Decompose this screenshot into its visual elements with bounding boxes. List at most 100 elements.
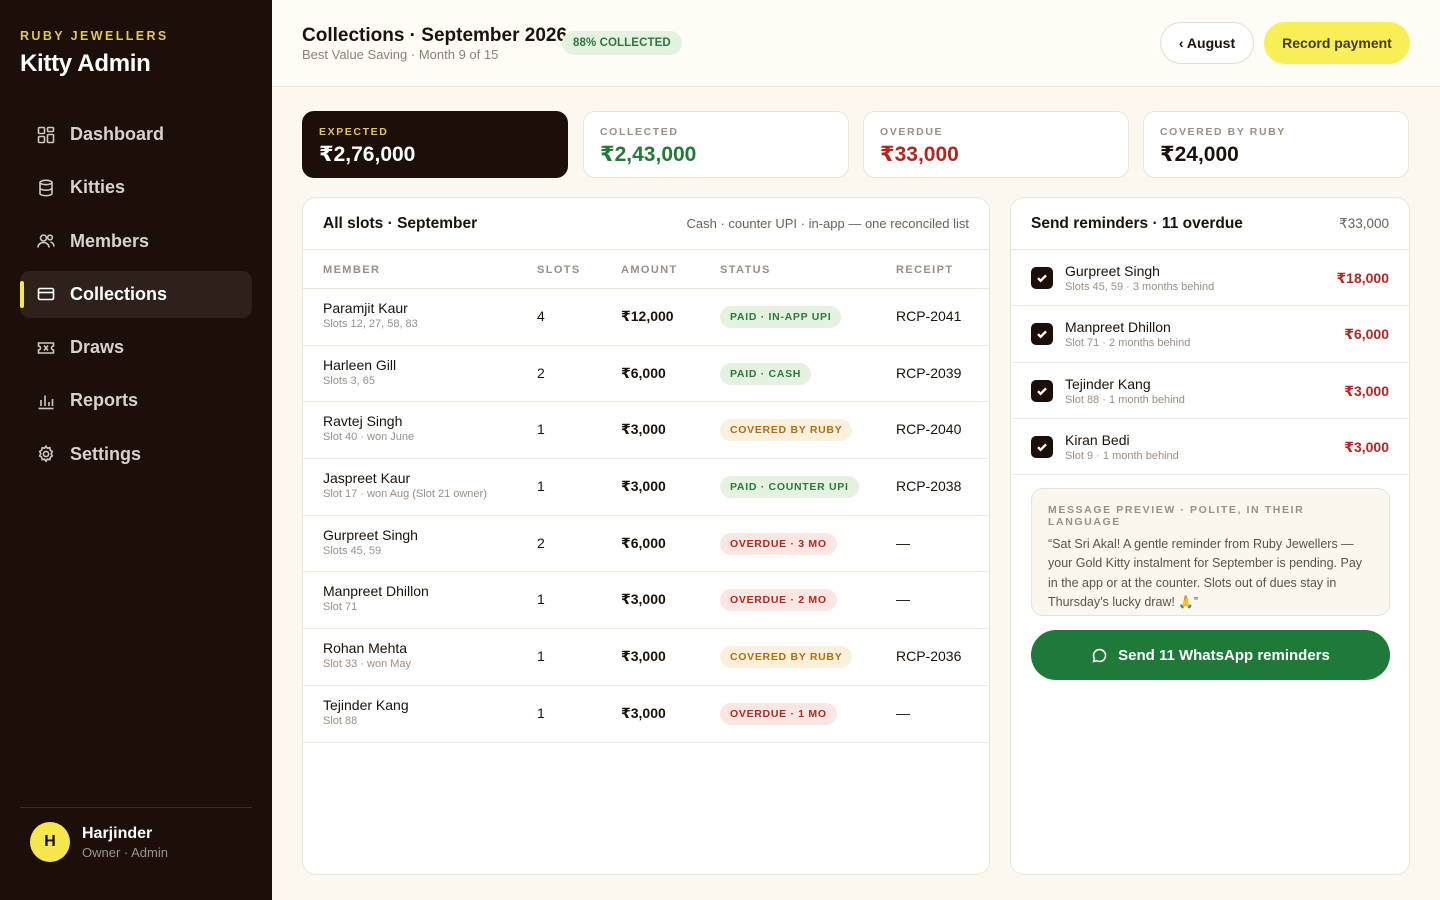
reminder-item: Tejinder Kang Slot 88 · 1 month behind ₹3,… <box>1011 363 1409 419</box>
member-name: Jaspreet Kaur <box>323 470 411 487</box>
table-row[interactable]: Gurpreet Singh Slots 45, 59 2 ₹6,000 OVERDUE… <box>303 516 989 573</box>
sidebar-item-label: Members <box>70 230 150 251</box>
member-slots-detail: Slots 12, 27, 58, 83 <box>323 318 418 330</box>
slot-count: 1 <box>537 478 545 495</box>
amount: ₹3,000 <box>621 591 666 608</box>
previous-month-button[interactable]: ‹ August <box>1160 22 1254 64</box>
slots-panel-header: All slots · September Cash · counter UPI… <box>303 198 989 250</box>
table-row[interactable]: Tejinder Kang Slot 88 1 ₹3,000 OVERDUE · 1 M… <box>303 686 989 743</box>
reminder-amount: ₹3,000 <box>1344 382 1389 399</box>
chat-bubble-icon <box>1092 648 1107 663</box>
reminder-item: Manpreet Dhillon Slot 71 · 2 months behin… <box>1011 306 1409 363</box>
app-title: Kitty Admin <box>20 50 151 77</box>
column-header: MEMBER <box>323 264 381 276</box>
receipt-number[interactable]: RCP-2039 <box>896 365 961 381</box>
reminder-detail: Slot 71 · 2 months behind <box>1065 337 1191 350</box>
sidebar-item-label: Kitties <box>70 177 126 198</box>
receipt-number[interactable]: RCP-2040 <box>896 421 961 437</box>
table-row[interactable]: Manpreet Dhillon Slot 71 1 ₹3,000 OVERDUE · … <box>303 572 989 630</box>
user-name: Harjinder <box>82 824 153 842</box>
avatar: H <box>30 822 70 862</box>
message-preview: MESSAGE PREVIEW · POLITE, IN THEIR LANGU… <box>1031 488 1390 616</box>
member-slots-detail: Slot 88 <box>323 714 358 727</box>
slots-panel: All slots · September Cash · counter UPI… <box>302 197 990 875</box>
table-row[interactable]: Paramjit Kaur Slots 12, 27, 58, 83 4 ₹12,00… <box>303 289 989 346</box>
sidebar: RUBY JEWELLERS Kitty Admin Dashboard Kit… <box>0 0 272 900</box>
panel-title: Send reminders · 11 overdue <box>1031 214 1243 232</box>
member-slots-detail: Slot 33 · won May <box>323 658 412 671</box>
sidebar-nav: Dashboard Kitties Members Collections Dr… <box>20 111 252 484</box>
record-payment-button[interactable]: Record payment <box>1264 22 1410 64</box>
button-label: Send 11 WhatsApp reminders <box>1118 646 1330 664</box>
sidebar-item-label: Collections <box>70 283 168 304</box>
member-slots-detail: Slots 45, 59 <box>323 544 382 557</box>
amount: ₹3,000 <box>621 478 666 495</box>
sidebar-divider <box>20 807 252 808</box>
stat-value: ₹2,76,000 <box>319 143 416 166</box>
member-name: Paramjit Kaur <box>323 300 408 316</box>
status-badge: OVERDUE · 1 MO <box>720 702 837 725</box>
check-icon <box>1037 387 1047 396</box>
status-badge: PAID · IN-APP UPI <box>720 306 842 328</box>
stat-card-expected: EXPECTED ₹2,76,000 <box>302 111 568 178</box>
table-row[interactable]: Jaspreet Kaur Slot 17 · won Aug (Slot 21 … <box>303 459 989 516</box>
reminder-checkbox[interactable] <box>1031 267 1053 289</box>
reminder-member-name: Tejinder Kang <box>1065 375 1151 392</box>
reminder-checkbox[interactable] <box>1031 379 1053 402</box>
ticket-icon <box>36 338 56 358</box>
receipt-number: — <box>896 704 910 721</box>
page-title: Collections · September 2026 <box>302 25 568 46</box>
reminder-detail: Slot 88 · 1 month behind <box>1065 393 1185 406</box>
receipt-number[interactable]: RCP-2041 <box>896 308 961 324</box>
sidebar-item-label: Draws <box>70 337 125 358</box>
slot-count: 1 <box>537 704 545 721</box>
user-profile[interactable]: H Harjinder Owner · Admin <box>30 822 168 862</box>
sidebar-item-label: Settings <box>70 443 142 464</box>
reminder-checkbox[interactable] <box>1031 435 1053 458</box>
sidebar-item-settings[interactable]: Settings <box>20 431 252 478</box>
table-row[interactable]: Harleen Gill Slots 3, 65 2 ₹6,000 PAID · CAS… <box>303 346 989 403</box>
reminder-list: Gurpreet Singh Slots 45, 59 · 3 months be… <box>1011 250 1409 476</box>
sidebar-item-collections[interactable]: Collections <box>20 270 252 318</box>
send-whatsapp-reminders-button[interactable]: Send 11 WhatsApp reminders <box>1031 630 1390 680</box>
sidebar-item-members[interactable]: Members <box>20 218 252 265</box>
reminder-item: Gurpreet Singh Slots 45, 59 · 3 months be… <box>1011 250 1409 307</box>
sidebar-item-reports[interactable]: Reports <box>20 377 252 424</box>
slot-count: 2 <box>537 534 545 551</box>
slot-count: 4 <box>537 308 545 324</box>
reminder-detail: Slots 45, 59 · 3 months behind <box>1065 281 1215 293</box>
check-icon <box>1037 274 1047 283</box>
check-icon <box>1037 330 1047 339</box>
member-slots-detail: Slot 40 · won June <box>323 431 415 444</box>
database-icon <box>36 178 56 198</box>
member-slots-detail: Slot 17 · won Aug (Slot 21 owner) <box>323 488 487 501</box>
sidebar-item-dashboard[interactable]: Dashboard <box>20 111 252 158</box>
reminder-checkbox[interactable] <box>1031 323 1053 346</box>
sidebar-item-kitties[interactable]: Kitties <box>20 164 252 211</box>
slot-count: 1 <box>537 648 545 665</box>
status-badge: OVERDUE · 2 MO <box>720 589 837 612</box>
amount: ₹12,000 <box>621 308 674 324</box>
sidebar-item-label: Reports <box>70 390 139 411</box>
stat-label: COVERED BY RUBY <box>1160 126 1286 138</box>
gear-icon <box>36 444 56 464</box>
reminder-member-name: Kiran Bedi <box>1065 431 1130 448</box>
receipt-number[interactable]: RCP-2038 <box>896 478 961 494</box>
reminder-amount: ₹18,000 <box>1336 270 1389 286</box>
stat-label: EXPECTED <box>319 126 389 138</box>
page-header: Collections · September 2026 Best Value … <box>272 0 1440 87</box>
slot-count: 1 <box>537 421 545 438</box>
sidebar-item-draws[interactable]: Draws <box>20 324 252 371</box>
amount: ₹6,000 <box>621 534 666 551</box>
table-row[interactable]: Ravtej Singh Slot 40 · won June 1 ₹3,000 COV… <box>303 402 989 460</box>
stat-value: ₹24,000 <box>1160 143 1239 166</box>
reminders-panel: Send reminders · 11 overdue ₹33,000 Gurp… <box>1010 197 1410 875</box>
reminder-member-name: Manpreet Dhillon <box>1065 319 1171 336</box>
panel-title: All slots · September <box>323 214 478 232</box>
panel-note: Cash · counter UPI · in-app — one reconc… <box>686 216 969 231</box>
table-row[interactable]: Rohan Mehta Slot 33 · won May 1 ₹3,000 COVER… <box>303 629 989 686</box>
member-name: Tejinder Kang <box>323 696 409 713</box>
reminder-amount: ₹3,000 <box>1344 438 1389 455</box>
column-header: SLOTS <box>537 264 581 276</box>
receipt-number[interactable]: RCP-2036 <box>896 648 961 664</box>
